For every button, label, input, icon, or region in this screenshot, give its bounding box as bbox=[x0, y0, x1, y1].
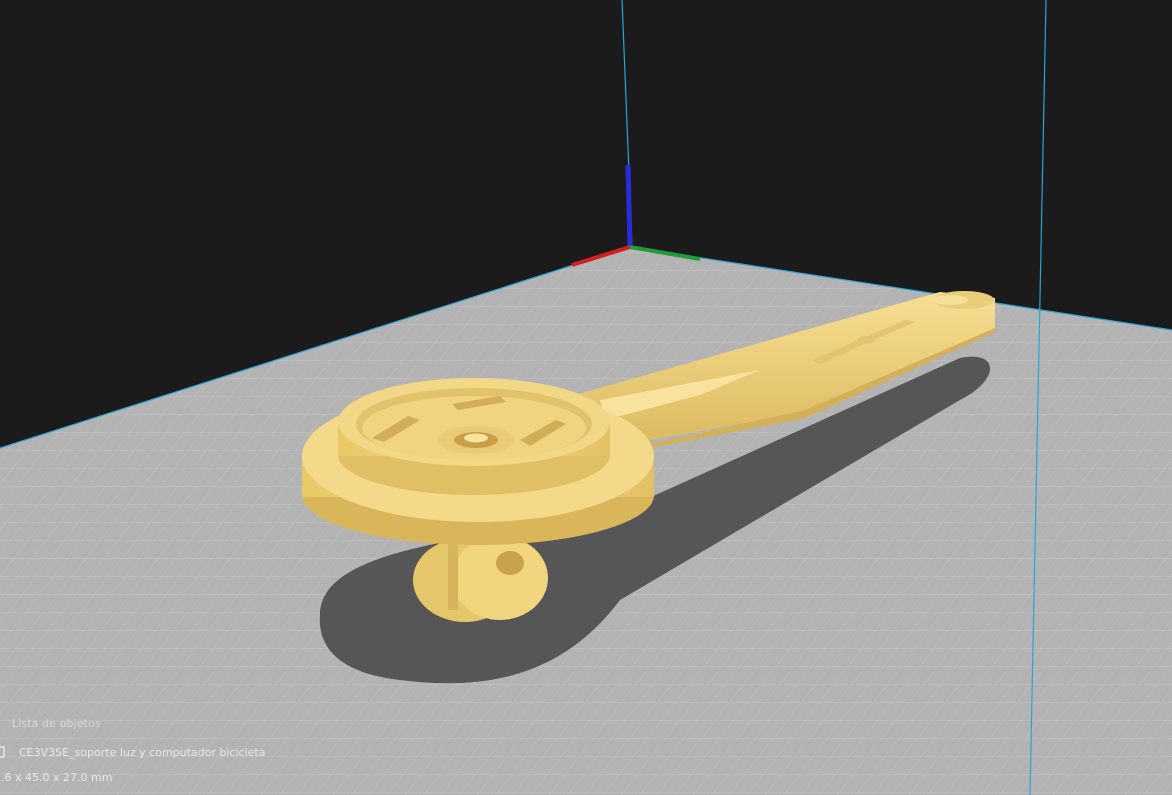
object-list-panel: Lista de objetos CE3V3SE_soporte luz y c… bbox=[0, 712, 420, 795]
object-list-item[interactable]: CE3V3SE_soporte luz y computador bicicle… bbox=[0, 744, 400, 762]
object-dimensions: 3.6 x 45.0 x 27.0 mm bbox=[0, 771, 113, 784]
object-name: CE3V3SE_soporte luz y computador bicicle… bbox=[19, 746, 266, 759]
object-icon bbox=[0, 746, 5, 758]
3d-viewport[interactable] bbox=[0, 0, 1172, 795]
object-list-title: Lista de objetos bbox=[12, 717, 101, 730]
